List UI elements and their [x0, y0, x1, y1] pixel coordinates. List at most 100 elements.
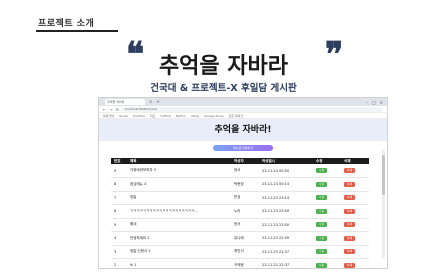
post-title-link[interactable]: 정말	[130, 195, 136, 199]
post-title-link[interactable]: 안녕하세요 2	[130, 236, 149, 240]
edit-button[interactable]: 수정	[316, 168, 327, 173]
delete-button[interactable]: 삭제	[344, 249, 355, 255]
table-cell: 윤서	[231, 218, 259, 232]
bookmark-item[interactable]: Notion	[176, 114, 186, 118]
table-cell: hi 1	[127, 258, 231, 268]
edit-button[interactable]: 수정	[316, 262, 327, 268]
post-number: 6	[114, 209, 117, 214]
minimize-icon[interactable]: –	[366, 100, 368, 105]
reload-icon[interactable]: ⟳	[116, 107, 119, 112]
new-tab-icon[interactable]: +	[156, 99, 159, 105]
table-cell: 삭제	[341, 258, 369, 268]
write-post-button[interactable]: 게시글 작성하기	[213, 145, 273, 151]
table-cell: 23-11-23 23:00	[259, 218, 313, 232]
browser-tabbar: 추억을 자바라 × + – □ ×	[99, 98, 387, 106]
back-icon[interactable]: ←	[103, 107, 106, 112]
post-title-link[interactable]: hi 1	[130, 263, 137, 267]
browser-screenshot: 추억을 자바라 × + – □ × ← → ⟳ localhost:8080/b…	[98, 97, 388, 269]
post-title-link[interactable]: 정말 신청서 2	[130, 249, 151, 253]
edit-button[interactable]: 수정	[316, 181, 327, 187]
post-date: 23-11-24 00:14	[262, 182, 290, 187]
table-cell: 6	[111, 204, 127, 219]
delete-button[interactable]: 삭제	[344, 168, 355, 173]
delete-button[interactable]: 삭제	[344, 262, 355, 268]
edit-button[interactable]: 수정	[316, 222, 327, 228]
table-cell: 23-11-24 00:14	[259, 177, 313, 192]
scrollbar[interactable]	[382, 149, 385, 259]
post-author: 누리	[234, 208, 241, 213]
delete-button[interactable]: 삭제	[344, 208, 355, 214]
table-row[interactable]: 5 좋네 윤서 23-11-23 23:00 수정 삭제	[111, 218, 369, 232]
close-window-icon[interactable]: ×	[380, 100, 383, 105]
table-cell: 23-11-23 23:14	[259, 191, 313, 205]
forward-icon[interactable]: →	[109, 107, 112, 112]
table-cell: 박현정	[231, 177, 259, 192]
table-cell: 23-11-24 00:50	[259, 164, 313, 178]
post-title-link[interactable]: ㅋㅋㅋㅋㅋㅋㅋㅋㅋㅋㅋㅋㅋㅋㅋㅋㅋㅋㅋㅋ...	[130, 209, 198, 213]
bookmark-item[interactable]: 모든 북마크	[229, 114, 244, 118]
table-cell: 수정	[313, 204, 341, 219]
table-row[interactable]: 6 ㅋㅋㅋㅋㅋㅋㅋㅋㅋㅋㅋㅋㅋㅋㅋㅋㅋㅋㅋㅋ... 누리 23-11-23 23:09…	[111, 204, 369, 219]
delete-button[interactable]: 삭제	[344, 195, 355, 201]
table-cell: 삭제	[341, 191, 369, 205]
post-title-link[interactable]: 점심메뉴 4	[130, 182, 146, 186]
tab-close-icon[interactable]: ×	[149, 99, 152, 105]
table-cell: 4	[111, 231, 127, 246]
table-cell: 23-11-23 23:09	[259, 204, 313, 219]
bookmark-item[interactable]: YouTube	[133, 114, 145, 118]
table-cell: 민성	[231, 191, 259, 205]
window-controls: – □ ×	[366, 100, 387, 105]
address-bar: ← → ⟳ localhost:8080/board	[99, 106, 387, 113]
table-row[interactable]: 7 정말 민성 23-11-23 23:14 수정 삭제	[111, 191, 369, 205]
table-cell: 7	[111, 191, 127, 205]
edit-button[interactable]: 수정	[316, 249, 327, 255]
edit-button[interactable]: 수정	[316, 195, 327, 201]
table-cell: 유나래	[231, 231, 259, 246]
table-row[interactable]: 8 점심메뉴 4 박현정 23-11-24 00:14 수정 삭제	[111, 177, 369, 192]
browser-tab-title: 추억을 자바라	[107, 100, 125, 104]
table-cell: 윤서	[231, 164, 259, 178]
post-title-link[interactable]: 좋네	[130, 222, 136, 226]
table-cell: 23-11-23 22:37	[259, 245, 313, 259]
table-row[interactable]: 9 가위바위보하자 3 윤서 23-11-24 00:50 수정 삭제	[111, 164, 369, 178]
post-number: 8	[114, 182, 117, 187]
sub-title: 건국대 & 프로젝트-X 후일담 게시판	[150, 83, 297, 94]
table-cell: 수정	[313, 245, 341, 259]
post-author: 민성	[234, 195, 241, 200]
bookmark-item[interactable]: Gmail	[119, 114, 128, 118]
bookmark-item[interactable]: Velog	[191, 114, 199, 118]
delete-button[interactable]: 삭제	[344, 222, 355, 228]
post-number: 9	[114, 168, 117, 173]
table-cell: 삭제	[341, 218, 369, 232]
table-cell: 23-11-22 22:37	[259, 258, 313, 268]
scrollbar-thumb[interactable]	[382, 155, 385, 195]
delete-button[interactable]: 삭제	[344, 235, 355, 241]
main-title: 추억을 자바라	[158, 54, 289, 79]
slide: 프로젝트 소개 ❝ ❞ 추억을 자바라 건국대 & 프로젝트-X 후일담 게시판…	[0, 0, 447, 277]
table-cell: 삭제	[341, 177, 369, 192]
delete-button[interactable]: 삭제	[344, 181, 355, 187]
table-cell: ㅋㅋㅋㅋㅋㅋㅋㅋㅋㅋㅋㅋㅋㅋㅋㅋㅋㅋㅋㅋ...	[127, 204, 231, 219]
table-row[interactable]: 2 hi 1 구태현 23-11-22 22:37 수정 삭제	[111, 258, 369, 268]
url-field[interactable]: localhost:8080/board	[122, 106, 383, 112]
edit-button[interactable]: 수정	[316, 235, 327, 241]
browser-tab[interactable]: 추억을 자바라	[105, 99, 145, 105]
post-date: 23-11-23 23:09	[262, 209, 290, 214]
post-date: 23-11-23 22:37	[262, 249, 290, 254]
edit-button[interactable]: 수정	[316, 208, 327, 214]
table-row[interactable]: 3 정말 신청서 2 최민서 23-11-23 22:37 수정 삭제	[111, 245, 369, 259]
bookmark-item[interactable]: 북마크바	[103, 114, 114, 118]
bookmark-item[interactable]: GitHub	[161, 114, 171, 118]
post-title-link[interactable]: 가위바위보하자 3	[130, 168, 156, 172]
bookmark-item[interactable]: 지도	[150, 114, 156, 118]
bookmark-item[interactable]: Google Drive	[204, 114, 224, 118]
maximize-icon[interactable]: □	[372, 100, 376, 105]
table-cell: 좋네	[127, 218, 231, 232]
post-author: 구태현	[234, 262, 244, 267]
board-header: 추억을 자바라!	[99, 119, 387, 141]
table-row[interactable]: 4 안녕하세요 2 유나래 23-11-23 22:59 수정 삭제	[111, 231, 369, 246]
table-cell: 8	[111, 177, 127, 192]
post-author: 최민서	[234, 249, 244, 254]
post-number: 4	[114, 236, 117, 241]
table-cell: 2	[111, 258, 127, 268]
